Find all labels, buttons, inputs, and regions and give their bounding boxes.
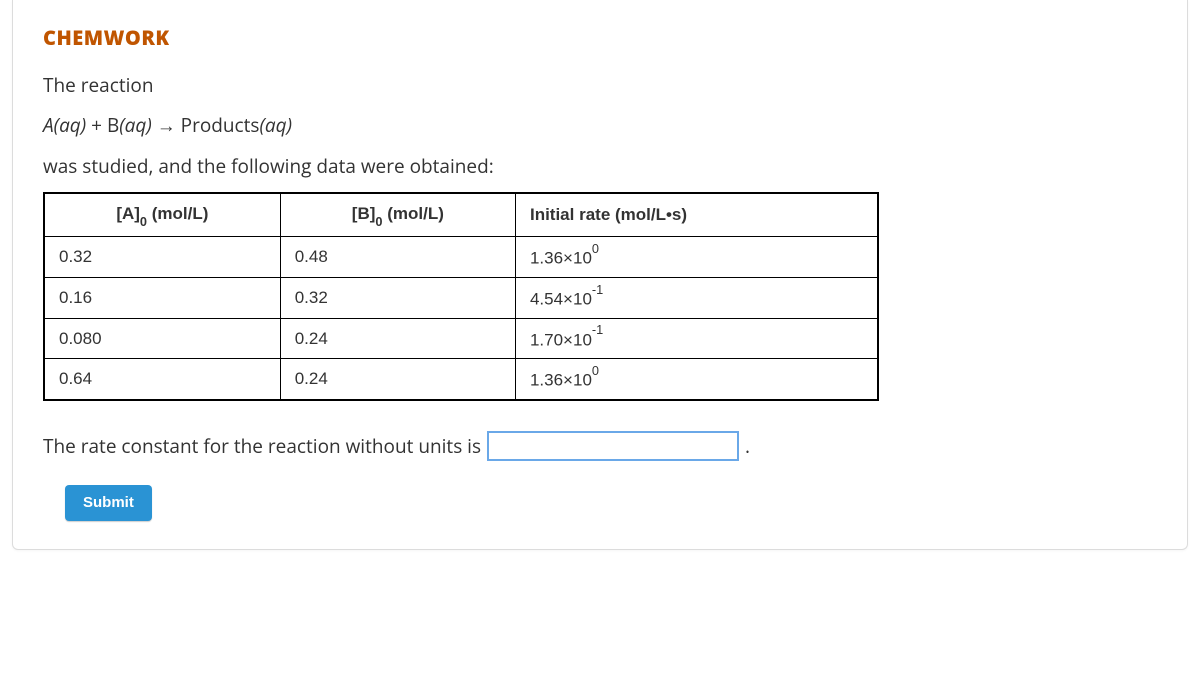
table-row: 0.32 0.48 1.36×100 [44,237,878,278]
cell-b: 0.24 [280,359,515,400]
rate-constant-input[interactable] [487,431,739,461]
table-header-row: [A]0 (mol/L) [B]0 (mol/L) Initial rate (… [44,193,878,237]
cell-a: 0.16 [44,278,280,319]
phase-b: (aq) [119,112,152,138]
table-row: 0.16 0.32 4.54×10-1 [44,278,878,319]
phase-a: (aq) [54,112,87,138]
col-header-a: [A]0 (mol/L) [44,193,280,237]
cell-b: 0.32 [280,278,515,319]
cell-rate: 1.36×100 [515,359,878,400]
phase-products: (aq) [259,112,292,138]
cell-b: 0.48 [280,237,515,278]
arrow-products: → Products [152,112,260,138]
reaction-equation: A(aq) + B(aq) → Products(aq) [43,112,1157,138]
section-heading: CHEMWORK [43,24,1157,51]
intro-text-2: was studied, and the following data were… [43,152,1157,181]
cell-rate: 1.36×100 [515,237,878,278]
cell-a: 0.080 [44,318,280,359]
question-panel: CHEMWORK The reaction A(aq) + B(aq) → Pr… [12,0,1188,550]
intro-text-1: The reaction [43,71,1157,100]
table-row: 0.64 0.24 1.36×100 [44,359,878,400]
period: . [745,433,750,459]
cell-rate: 1.70×10-1 [515,318,878,359]
data-table: [A]0 (mol/L) [B]0 (mol/L) Initial rate (… [43,192,879,401]
species-a: A [43,112,54,138]
cell-a: 0.32 [44,237,280,278]
table-row: 0.080 0.24 1.70×10-1 [44,318,878,359]
col-header-rate: Initial rate (mol/L•s) [515,193,878,237]
plus-species-b: + B [86,112,119,138]
cell-a: 0.64 [44,359,280,400]
prompt-text: The rate constant for the reaction witho… [43,433,481,459]
answer-prompt-row: The rate constant for the reaction witho… [43,431,1157,461]
col-header-b: [B]0 (mol/L) [280,193,515,237]
submit-button[interactable]: Submit [65,485,152,521]
cell-b: 0.24 [280,318,515,359]
cell-rate: 4.54×10-1 [515,278,878,319]
